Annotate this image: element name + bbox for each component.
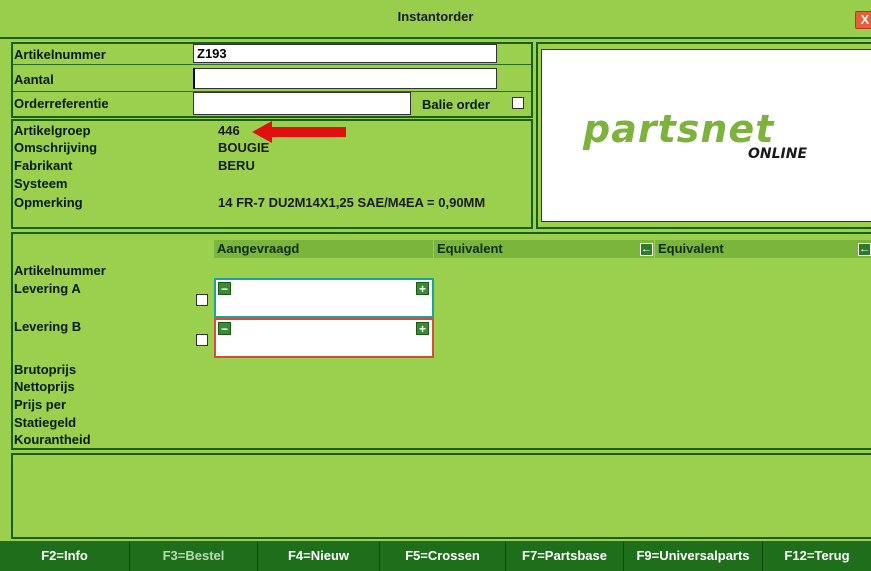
f4-nieuw-button[interactable]: F4=Nieuw — [258, 541, 380, 571]
row-label-kourantheid: Kourantheid — [14, 432, 91, 447]
balie-order-label: Balie order — [422, 97, 490, 112]
artikelgroep-label: Artikelgroep — [14, 123, 91, 138]
f12-terug-button[interactable]: F12=Terug — [763, 541, 871, 571]
orderreferentie-label: Orderreferentie — [14, 96, 109, 111]
row-divider — [13, 64, 531, 65]
row-label-levering-a: Levering A — [14, 281, 81, 296]
row-label-artikelnummer: Artikelnummer — [14, 263, 106, 278]
column-header-aangevraagd: Aangevraagd — [214, 240, 433, 258]
row-label-brutoprijs: Brutoprijs — [14, 362, 77, 377]
message-panel — [11, 453, 871, 539]
omschrijving-label: Omschrijving — [14, 140, 98, 155]
equivalent-2-back-button[interactable]: ← — [858, 243, 871, 256]
balie-order-checkbox[interactable] — [512, 97, 524, 109]
fabrikant-label: Fabrikant — [14, 158, 73, 173]
omschrijving-value: BOUGIE — [218, 140, 270, 155]
fabrikant-value: BERU — [218, 158, 255, 173]
levering-a-box — [214, 278, 434, 318]
row-label-prijs-per: Prijs per — [14, 397, 67, 412]
artikelnummer-input[interactable]: Z193 — [193, 44, 497, 63]
levering-a-checkbox[interactable] — [196, 294, 208, 306]
f7-partsbase-button[interactable]: F7=Partsbase — [506, 541, 624, 571]
column-header-equivalent-1: Equivalent — [434, 240, 654, 258]
partsnet-logo-sub: ONLINE — [748, 146, 808, 162]
aantal-input[interactable] — [193, 68, 497, 89]
window-title: Instantorder — [397, 9, 474, 24]
row-label-statiegeld: Statiegeld — [14, 415, 77, 430]
comparison-panel — [11, 232, 871, 450]
levering-b-box — [214, 318, 434, 358]
equivalent-1-back-button[interactable]: ← — [640, 243, 653, 256]
f3-bestel-button[interactable]: F3=Bestel — [130, 541, 258, 571]
f9-universalparts-button[interactable]: F9=Universalparts — [624, 541, 763, 571]
row-label-levering-b: Levering B — [14, 319, 82, 334]
orderreferentie-input[interactable] — [193, 92, 411, 115]
opmerking-label: Opmerking — [14, 195, 83, 210]
opmerking-value: 14 FR-7 DU2M14X1,25 SAE/M4EA = 0,90MM — [218, 195, 486, 210]
column-header-equivalent-2: Equivalent — [655, 240, 871, 258]
systeem-label: Systeem — [14, 176, 68, 191]
levering-a-minus-button[interactable]: − — [218, 282, 231, 295]
f2-info-button[interactable]: F2=Info — [0, 541, 130, 571]
partsnet-logo: partsnet — [583, 107, 775, 151]
row-label-nettoprijs: Nettoprijs — [14, 379, 75, 394]
aantal-label: Aantal — [14, 72, 54, 87]
levering-b-minus-button[interactable]: − — [218, 322, 231, 335]
levering-b-checkbox[interactable] — [196, 334, 208, 346]
levering-a-plus-button[interactable]: + — [416, 282, 429, 295]
artikelnummer-label: Artikelnummer — [14, 47, 106, 62]
f5-crossen-button[interactable]: F5=Crossen — [380, 541, 506, 571]
levering-b-plus-button[interactable]: + — [416, 322, 429, 335]
artikelgroep-value: 446 — [218, 123, 240, 138]
close-button[interactable]: X — [855, 11, 871, 29]
